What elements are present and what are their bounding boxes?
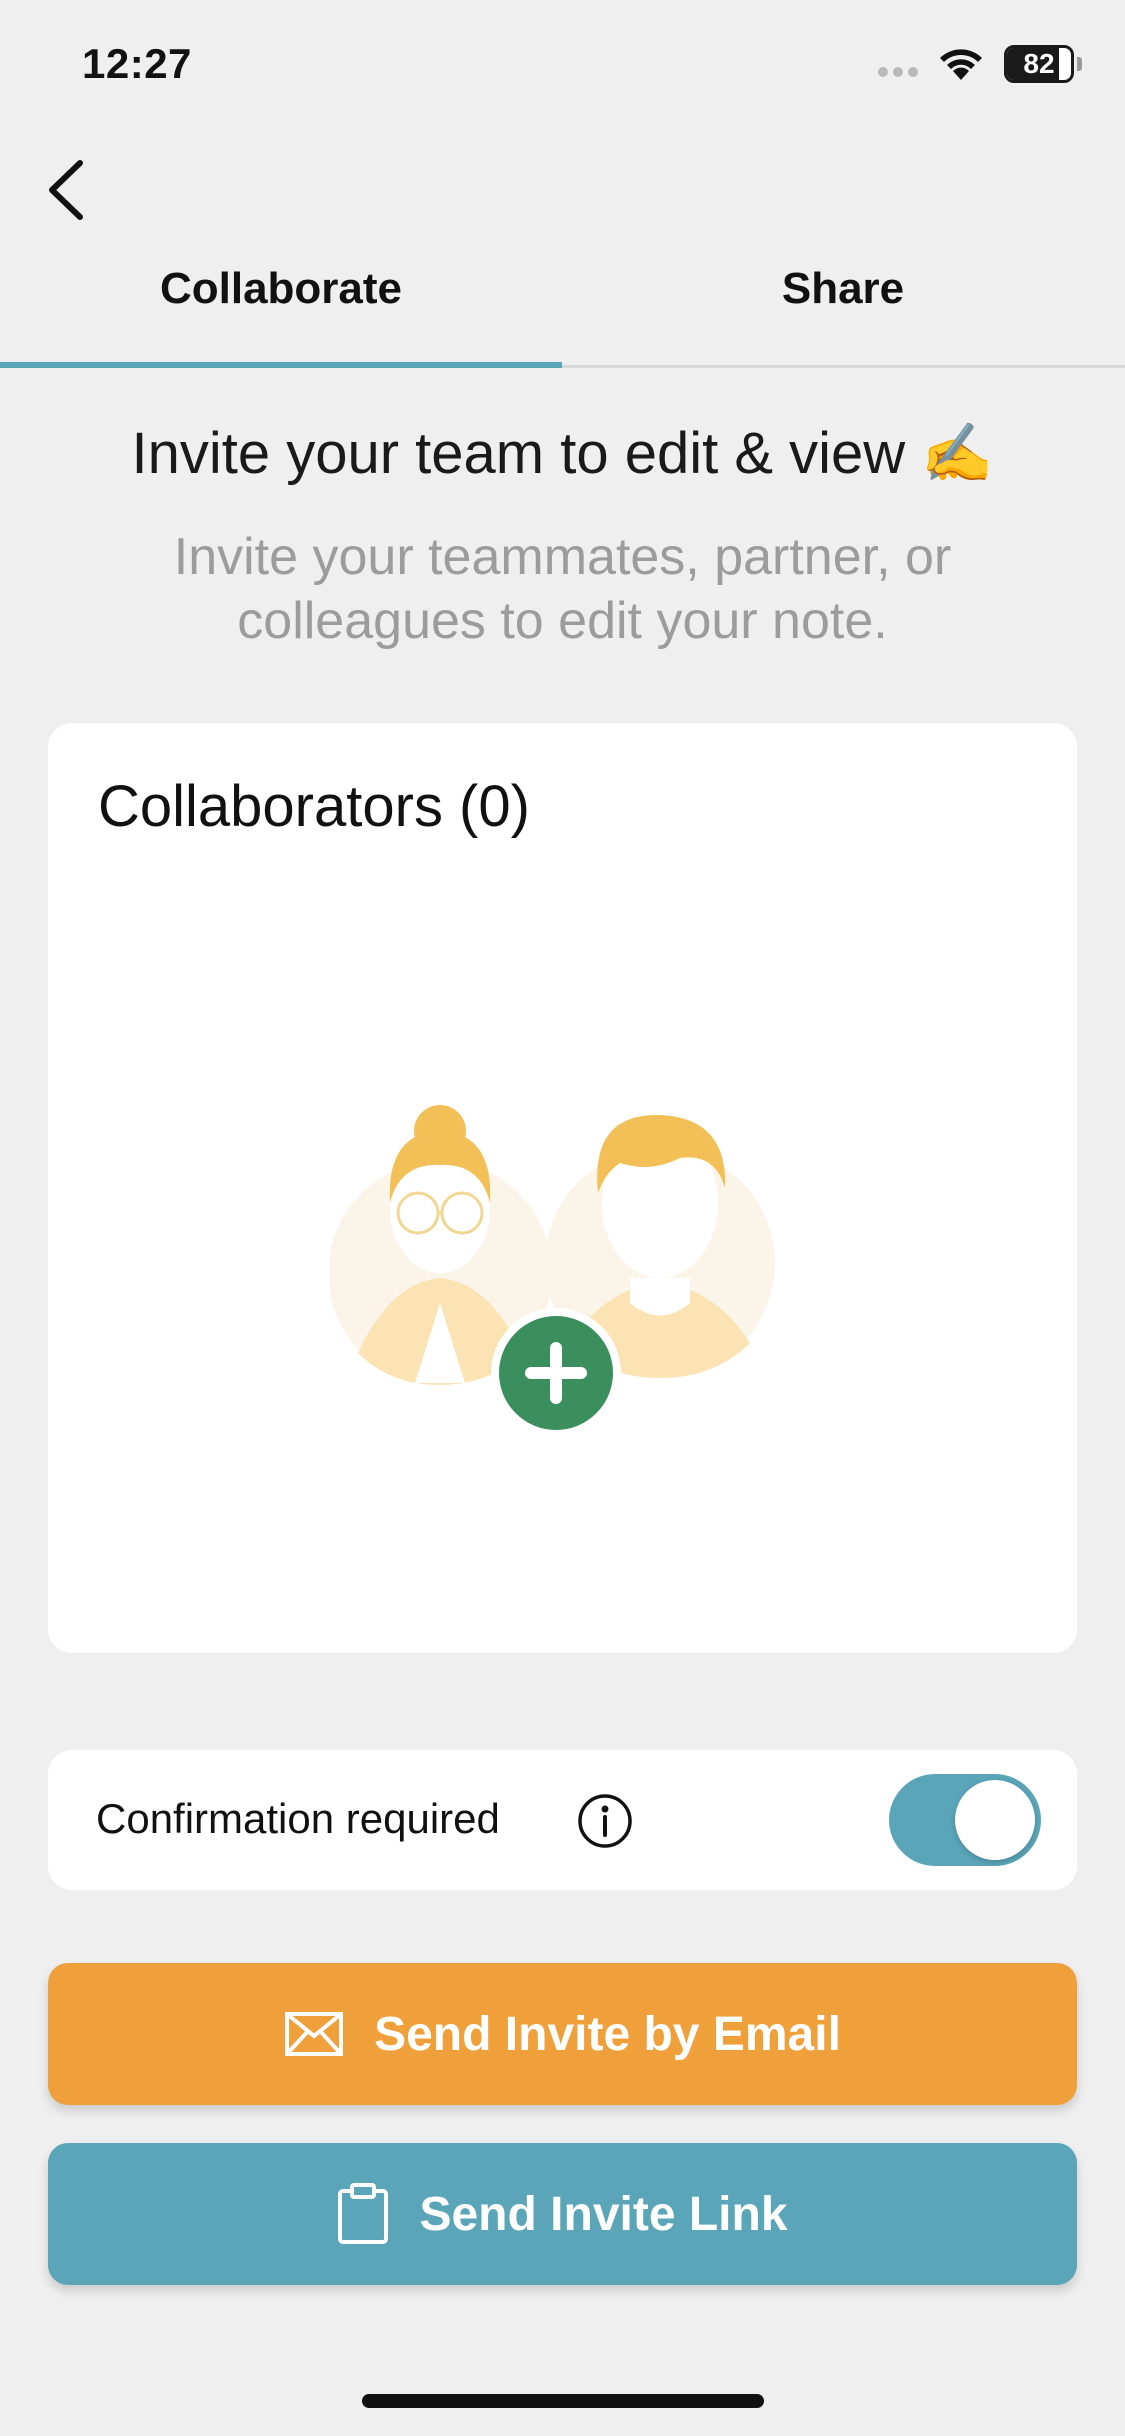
page-subtitle: Invite your teammates, partner, or colle…	[173, 528, 952, 650]
send-invite-link-label: Send Invite Link	[419, 2187, 788, 2241]
status-icons: 82	[878, 45, 1082, 83]
battery-icon: 82	[1004, 45, 1074, 83]
confirmation-setting: Confirmation required	[48, 1750, 1077, 1890]
wifi-icon	[940, 49, 982, 80]
collaborators-card: Collaborators (0)	[48, 723, 1077, 1653]
tab-collaborate[interactable]: Collaborate	[0, 250, 562, 368]
envelope-icon	[285, 2012, 344, 2056]
chevron-left-icon	[49, 160, 83, 220]
clipboard-icon	[338, 2183, 389, 2244]
battery-percent: 82	[1023, 48, 1055, 79]
status-time: 12:27	[82, 40, 192, 87]
home-indicator[interactable]	[362, 2394, 764, 2408]
page-title: Invite your team to edit & view ✍️	[131, 421, 994, 486]
back-button[interactable]	[38, 155, 98, 225]
info-icon[interactable]	[576, 1792, 634, 1850]
send-invite-email-button[interactable]: Send Invite by Email	[48, 1963, 1077, 2105]
send-invite-link-button[interactable]: Send Invite Link	[48, 2143, 1077, 2285]
tab-bar: Collaborate Share	[0, 250, 1125, 368]
battery-tip	[1077, 57, 1082, 71]
add-collaborator-button[interactable]	[491, 1308, 621, 1438]
toggle-knob	[955, 1780, 1035, 1860]
collaborate-screen: 12:27 82 Collaborate Share Invite your t…	[0, 0, 1125, 2436]
confirmation-label: Confirmation required	[96, 1795, 500, 1842]
confirmation-toggle[interactable]	[889, 1774, 1041, 1866]
plus-icon	[525, 1342, 587, 1404]
cellular-signal-icon	[878, 67, 918, 77]
collaborators-title: Collaborators (0)	[98, 774, 530, 839]
send-invite-email-label: Send Invite by Email	[374, 2007, 841, 2061]
tab-share[interactable]: Share	[562, 250, 1124, 365]
battery-indicator: 82	[1004, 45, 1082, 83]
